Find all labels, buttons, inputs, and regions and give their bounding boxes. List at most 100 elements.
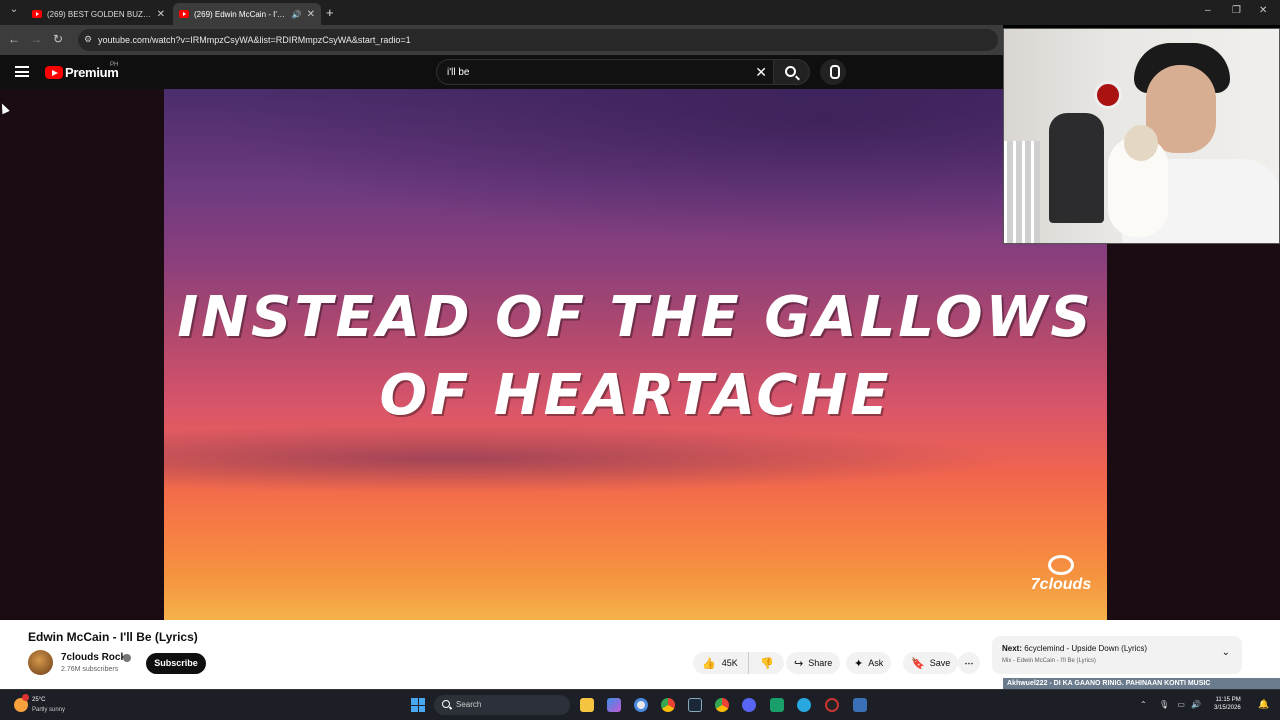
back-arrow-icon[interactable]: ← (6, 32, 22, 46)
sparkle-icon: ✦ (854, 657, 864, 670)
webcam-gaming-chair (1049, 113, 1104, 223)
reload-icon[interactable]: ↻ (50, 32, 66, 46)
channel-name[interactable]: 7clouds Rock (61, 652, 126, 663)
watermark-text: 7clouds (1030, 576, 1092, 593)
share-label: Share (808, 658, 833, 668)
minimize-icon[interactable]: – (1205, 5, 1211, 16)
chrome-alt-profile-icon[interactable] (715, 698, 729, 712)
discord-icon[interactable] (742, 698, 756, 712)
youtube-logo-icon[interactable] (45, 66, 63, 79)
ask-button[interactable]: ✦ Ask (846, 652, 892, 674)
volume-icon[interactable]: 🔊 (1191, 700, 1201, 709)
new-tab-button[interactable]: + (326, 5, 334, 20)
search-icon (442, 700, 450, 708)
notification-bell-icon[interactable]: 🔔 (1258, 699, 1269, 710)
more-actions-button[interactable]: ⋯ (958, 652, 980, 674)
chrome-icon[interactable] (661, 698, 675, 712)
tab-list-chevron-icon[interactable]: ⌄ (6, 4, 22, 15)
video-player[interactable]: INSTEAD OF THE GALLOWS OF HEARTACHE 7clo… (164, 89, 1107, 620)
thumbs-up-icon: 👍 (702, 657, 716, 670)
up-next-card[interactable]: Next: 6cyclemind - Upside Down (Lyrics) … (992, 636, 1242, 674)
like-count: 45K (721, 658, 738, 668)
steam-icon[interactable] (688, 698, 702, 712)
thumbs-down-icon: 👎 (760, 657, 774, 670)
chevron-down-icon[interactable]: ⌄ (1222, 647, 1230, 658)
clock-time: 11:15 PM (1215, 697, 1241, 703)
site-info-icon[interactable]: ⚙ (84, 34, 92, 45)
restore-icon[interactable]: ❐ (1232, 5, 1241, 16)
network-app-icon[interactable] (853, 698, 867, 712)
save-label: Save (929, 658, 951, 668)
video-title: Edwin McCain - I'll Be (Lyrics) (28, 630, 198, 644)
watermark-cloud-shape (1048, 555, 1074, 575)
up-next-subtitle: Mix - Edwin McCain - I'll Be (Lyrics) (1002, 658, 1096, 664)
browser-tab-bar: ⌄ (269) BEST GOLDEN BUZZER A... ✕ (269) … (0, 0, 1280, 25)
up-next-text: Next: 6cyclemind - Upside Down (Lyrics) (1002, 644, 1147, 653)
tab-close-icon[interactable]: ✕ (157, 9, 165, 20)
search-icon (785, 66, 796, 77)
chrome-profile-icon[interactable] (634, 698, 648, 712)
green-app-icon[interactable] (770, 698, 784, 712)
copilot-icon[interactable] (607, 698, 621, 712)
7clouds-watermark-logo: 7clouds (1026, 553, 1096, 609)
stream-chat-ticker: Akhwuel222 - DI KA GAANO RINIG. PAHINAAN… (1003, 678, 1280, 689)
forward-arrow-icon[interactable]: → (28, 32, 44, 46)
webcam-chair-logo (1094, 81, 1122, 109)
verified-badge-icon (123, 654, 131, 662)
taskbar-search-label: Search (456, 700, 482, 709)
youtube-favicon-icon (179, 10, 189, 18)
share-arrow-icon: ↪ (794, 657, 804, 670)
microphone-icon[interactable]: 🎙 (1159, 700, 1169, 709)
system-tray[interactable]: ⌃ 🎙 ▭ 🔊 (1140, 700, 1201, 709)
tab-title: (269) BEST GOLDEN BUZZER A... (47, 9, 152, 19)
share-button[interactable]: ↪ Share (786, 652, 841, 674)
sky-clouds (164, 89, 1107, 249)
up-next-label: Next: (1002, 644, 1023, 653)
weather-description: Partly sunny (32, 707, 66, 713)
up-next-title: 6cyclemind - Upside Down (Lyrics) (1024, 644, 1148, 653)
sunset-clouds (164, 419, 1107, 499)
webcam-dog-head (1124, 125, 1158, 161)
chevron-up-icon[interactable]: ⌃ (1140, 700, 1147, 709)
like-dislike-group: 👍 45K 👎 (693, 652, 784, 674)
browser-nav-bar: ← → ↻ ⚙ youtube.com/watch?v=IRMmpzCsyWA&… (0, 25, 1003, 55)
url-text: youtube.com/watch?v=IRMmpzCsyWA&list=RDI… (98, 35, 411, 45)
search-button[interactable] (774, 59, 810, 85)
voice-search-mic-icon[interactable] (820, 59, 846, 85)
ask-label: Ask (868, 658, 884, 668)
youtube-favicon-icon (32, 10, 42, 18)
lyric-line-2: OF HEARTACHE (379, 363, 892, 428)
menu-icon[interactable] (15, 66, 29, 77)
speaker-icon[interactable]: 🔊 (292, 10, 302, 19)
browser-tab-golden-buzzer[interactable]: (269) BEST GOLDEN BUZZER A... ✕ (26, 3, 171, 25)
network-icon[interactable]: ▭ (1177, 700, 1185, 709)
clear-search-icon[interactable]: ✕ (755, 64, 767, 81)
windows-taskbar: 25°C Partly sunny Search ⌃ 🎙 ▭ 🔊 11:15 P… (0, 689, 1280, 720)
like-button[interactable]: 👍 45K (693, 652, 749, 674)
search-input[interactable]: i'll be ✕ (436, 59, 774, 85)
close-window-icon[interactable]: ✕ (1259, 5, 1267, 16)
weather-temperature: 25°C (32, 697, 46, 703)
file-explorer-icon[interactable] (580, 698, 594, 712)
weather-alert-badge (22, 694, 29, 701)
taskbar-clock[interactable]: 11:15 PM 3/15/2026 (1214, 696, 1241, 713)
channel-avatar[interactable] (28, 650, 53, 675)
address-bar[interactable]: ⚙ youtube.com/watch?v=IRMmpzCsyWA&list=R… (78, 29, 998, 51)
dislike-button[interactable]: 👎 (750, 652, 784, 674)
webcam-overlay (1003, 28, 1280, 244)
windows-start-icon[interactable] (411, 698, 425, 712)
tab-title: (269) Edwin McCain - I'll Be... (194, 9, 287, 19)
browser-tab-edwin-mccain[interactable]: (269) Edwin McCain - I'll Be... 🔊 ✕ (173, 3, 321, 25)
subscribe-button[interactable]: Subscribe (146, 653, 206, 674)
clock-date: 3/15/2026 (1214, 705, 1241, 712)
youtube-header: Premium PH i'll be ✕ (0, 55, 1003, 89)
lyric-line-1: INSTEAD OF THE GALLOWS (177, 285, 1094, 350)
obs-icon[interactable] (825, 698, 839, 712)
telegram-icon[interactable] (797, 698, 811, 712)
tab-close-icon[interactable]: ✕ (307, 9, 315, 20)
subscriber-count: 2.76M subscribers (61, 666, 119, 673)
country-code: PH (110, 62, 119, 68)
save-button[interactable]: 🔖 Save (903, 652, 959, 674)
taskbar-search-box[interactable]: Search (434, 695, 570, 715)
bookmark-icon: 🔖 (911, 657, 925, 670)
